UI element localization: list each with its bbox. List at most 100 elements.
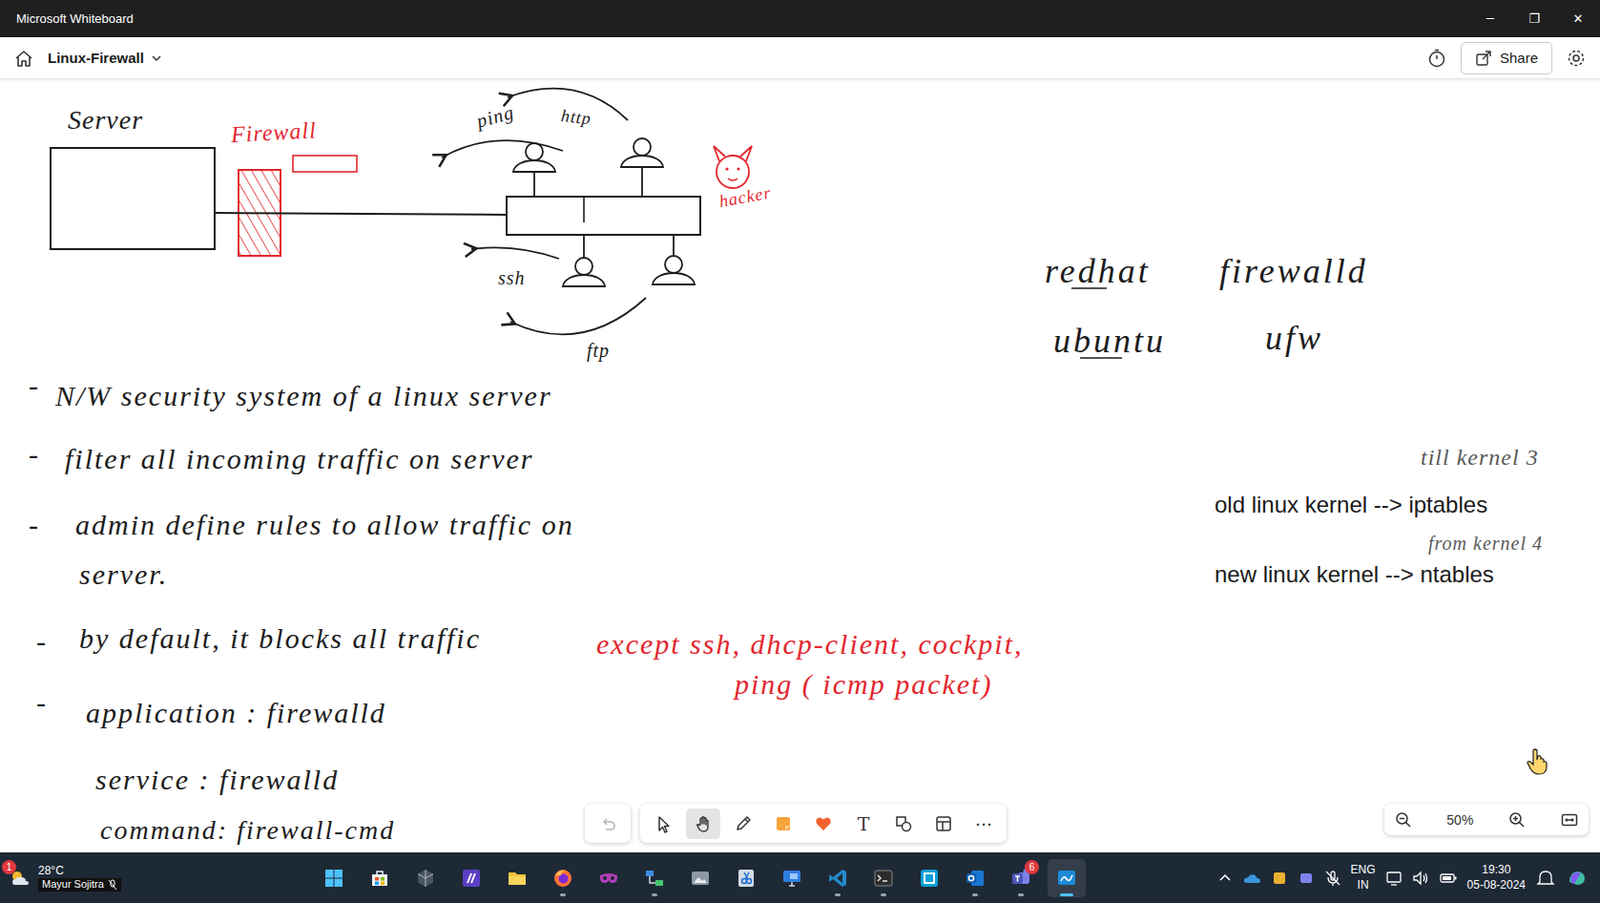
shapes-tool[interactable]: [886, 808, 921, 839]
terminal-icon: [872, 866, 895, 890]
date: 05-08-2024: [1467, 877, 1526, 894]
bullet: -: [28, 507, 41, 542]
vpn-icon: [597, 866, 621, 890]
start-app[interactable]: [314, 858, 354, 897]
teams-tray-icon[interactable]: [1297, 869, 1315, 887]
input-language[interactable]: ENGIN: [1350, 862, 1376, 893]
running-indicator: [560, 893, 566, 896]
bullet: -: [28, 436, 41, 472]
diagram-label: ping: [474, 100, 517, 132]
zoom-controls: 50%: [1384, 803, 1589, 835]
diagram-label: Server: [67, 103, 144, 137]
copilot-icon[interactable]: [1565, 866, 1589, 890]
store-app[interactable]: [360, 858, 399, 897]
battery-icon[interactable]: [1438, 869, 1458, 887]
diagram-label: ftp: [586, 338, 610, 362]
note-text: by default, it blocks all traffic: [79, 621, 481, 656]
chevron-up-icon[interactable]: [1217, 870, 1233, 886]
onedrive-icon[interactable]: [1242, 870, 1262, 886]
window-title: Microsoft Whiteboard: [0, 11, 134, 26]
weather-widget[interactable]: 1: [7, 865, 33, 891]
note-text: application : firewalld: [85, 695, 387, 730]
restore-button[interactable]: ❐: [1512, 0, 1557, 38]
template-tool[interactable]: [926, 808, 961, 839]
zoom-level[interactable]: 50%: [1446, 811, 1474, 828]
speaker-icon[interactable]: [1412, 869, 1430, 887]
chevron-down-icon[interactable]: [149, 51, 164, 65]
diagram-label: ssh: [498, 266, 526, 290]
note-text: ping ( icmp packet): [734, 666, 993, 702]
vscode-app[interactable]: [818, 858, 857, 897]
distro-name: ubuntu: [1053, 320, 1166, 362]
unity-app[interactable]: [406, 858, 445, 897]
distro-firewall: firewalld: [1219, 250, 1369, 292]
user-name: Mayur Sojitra: [41, 877, 104, 892]
firefox-icon: [551, 866, 575, 890]
select-tool[interactable]: [645, 808, 681, 839]
fit-screen-icon[interactable]: [1559, 810, 1580, 830]
explorer-app[interactable]: [498, 858, 537, 897]
firefox-app[interactable]: [543, 858, 582, 897]
terminal-app[interactable]: [864, 858, 903, 897]
start-icon: [322, 866, 346, 890]
reaction-icon: [813, 813, 833, 833]
note-text: service : firewalld: [95, 762, 339, 797]
reaction-tool[interactable]: [806, 808, 841, 839]
vpn-app[interactable]: [589, 858, 628, 897]
select-icon: [653, 813, 673, 833]
devbox-icon: [917, 866, 941, 890]
note-text: except ssh, dhcp-client, cockpit,: [596, 626, 1024, 662]
home-icon[interactable]: [13, 47, 35, 69]
pen-tool[interactable]: [726, 808, 761, 839]
outlook-app[interactable]: [955, 858, 995, 897]
running-indicator: [651, 893, 658, 896]
running-indicator: [972, 893, 978, 896]
whiteboard-canvas[interactable]: ServerFirewallpinghttpsshftphackerredhat…: [0, 79, 1600, 852]
region-code: IN: [1357, 877, 1370, 894]
widgets-area[interactable]: 128°CMayur Sojitra: [0, 863, 315, 892]
note-text: N/W security system of a linux server: [55, 378, 553, 414]
close-button[interactable]: ✕: [1556, 0, 1600, 38]
mic-off-icon: [107, 878, 118, 891]
remote-icon: [780, 866, 804, 890]
share-label: Share: [1499, 49, 1538, 66]
hand-tool[interactable]: [685, 808, 721, 839]
snip-app[interactable]: [727, 858, 766, 897]
store-icon: [368, 866, 392, 890]
share-button[interactable]: Share: [1460, 41, 1553, 75]
gear-icon[interactable]: [1565, 47, 1587, 69]
notification-badge: 6: [1024, 859, 1039, 874]
zoom-in-icon[interactable]: [1507, 810, 1527, 830]
mic-muted-icon[interactable]: [1324, 869, 1342, 887]
more-tool[interactable]: ···: [966, 808, 1001, 839]
pinned-apps: 6: [314, 858, 1086, 897]
network-icon: [643, 866, 666, 890]
board-name[interactable]: Linux-Firewall: [47, 49, 145, 66]
sticky-tool[interactable]: [766, 808, 801, 839]
zoom-out-icon[interactable]: [1393, 810, 1413, 830]
timer-icon[interactable]: [1426, 47, 1448, 69]
time: 19:30: [1481, 862, 1511, 878]
app-tray-icon[interactable]: [1270, 869, 1289, 887]
running-indicator: [1018, 893, 1024, 896]
text-tool[interactable]: T: [846, 808, 881, 839]
language-code: ENG: [1350, 862, 1376, 878]
minimize-button[interactable]: ─: [1468, 0, 1513, 38]
unity-icon: [414, 866, 437, 890]
weather-text: 28°CMayur Sojitra: [38, 863, 122, 892]
bell-icon[interactable]: [1535, 867, 1557, 889]
display-icon[interactable]: [1385, 869, 1403, 887]
whiteboard-icon: [1055, 866, 1079, 890]
remote-app[interactable]: [772, 858, 811, 897]
network-app[interactable]: [635, 858, 674, 897]
studio-app[interactable]: [452, 858, 491, 897]
photos-app[interactable]: [681, 858, 720, 897]
teams-app[interactable]: 6: [1001, 858, 1040, 897]
devbox-app[interactable]: [910, 858, 949, 897]
system-tray: ENGIN 19:3005-08-2024: [1217, 862, 1600, 893]
note-text: admin define rules to allow traffic on: [75, 507, 575, 542]
running-indicator: [1059, 893, 1074, 896]
whiteboard-app[interactable]: [1047, 858, 1086, 897]
clock[interactable]: 19:3005-08-2024: [1467, 862, 1526, 893]
kernel-note: old linux kernel --> iptables: [1214, 491, 1488, 520]
